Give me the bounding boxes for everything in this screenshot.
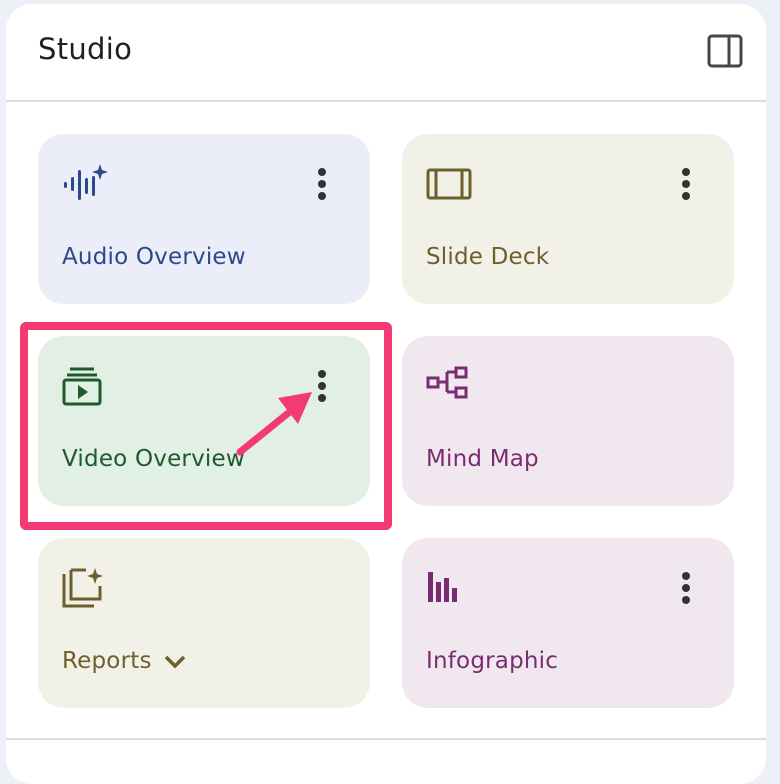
slides-icon: [426, 164, 472, 204]
audio-sparkle-icon: [62, 164, 108, 204]
card-infographic[interactable]: Infographic: [402, 538, 734, 708]
panel-toggle-button[interactable]: [706, 32, 744, 70]
card-label: Slide Deck: [426, 244, 550, 270]
card-label: Reports: [62, 648, 186, 675]
page-title: Studio: [38, 32, 133, 66]
flowchart-icon: [426, 366, 472, 406]
card-reports[interactable]: Reports: [38, 538, 370, 708]
more-vert-icon: [318, 168, 326, 200]
reports-sparkle-icon: [62, 568, 108, 608]
card-mind-map[interactable]: Mind Map: [402, 336, 734, 506]
more-options-button[interactable]: [674, 164, 698, 204]
card-audio-overview[interactable]: Audio Overview: [38, 134, 370, 304]
bottom-divider: [6, 738, 766, 740]
card-label: Audio Overview: [62, 244, 246, 270]
more-options-button[interactable]: [310, 164, 334, 204]
card-label: Mind Map: [426, 446, 539, 472]
card-slide-deck[interactable]: Slide Deck: [402, 134, 734, 304]
side-panel-icon: [707, 34, 743, 68]
more-options-button[interactable]: [674, 568, 698, 608]
bar-chart-icon: [426, 568, 472, 608]
studio-header: Studio: [6, 4, 766, 102]
more-vert-icon: [682, 572, 690, 604]
card-label: Infographic: [426, 648, 559, 674]
chevron-down-icon[interactable]: [164, 649, 186, 675]
more-vert-icon: [682, 168, 690, 200]
reports-label: Reports: [62, 648, 152, 674]
highlight-box: [20, 322, 392, 530]
